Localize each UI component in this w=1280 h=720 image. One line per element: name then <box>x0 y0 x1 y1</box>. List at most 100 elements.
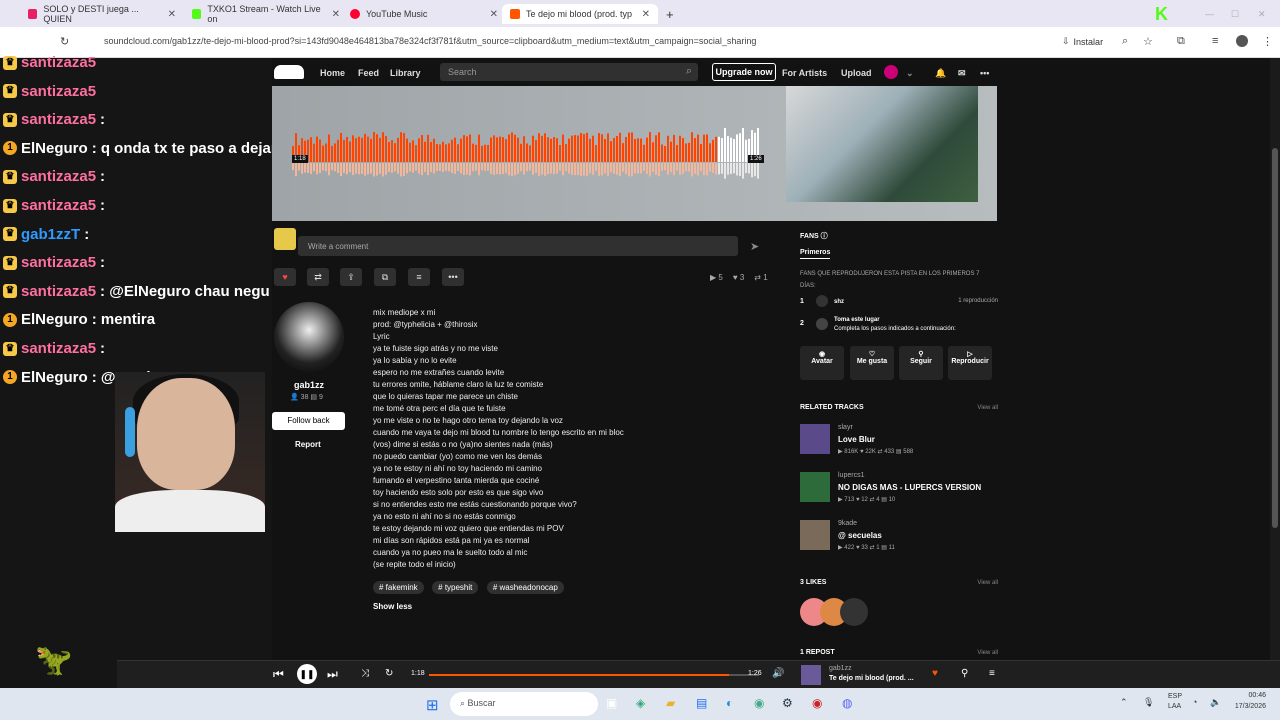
related-track-artwork[interactable] <box>800 424 830 454</box>
related-track-title[interactable]: NO DIGAS MAS - LUPERCS VERSION <box>838 483 981 492</box>
waveform-bar[interactable] <box>310 137 312 162</box>
waveform-reflection-bar[interactable] <box>451 163 453 174</box>
waveform-reflection-bar[interactable] <box>301 163 303 174</box>
waveform-bar[interactable] <box>586 132 588 162</box>
waveform-reflection-bar[interactable] <box>586 163 588 177</box>
waveform-reflection-bar[interactable] <box>313 163 315 172</box>
waveform-reflection-bar[interactable] <box>640 163 642 174</box>
waveform-reflection-bar[interactable] <box>472 163 474 172</box>
waveform-reflection-bar[interactable] <box>580 163 582 177</box>
waveform-bar[interactable] <box>595 145 597 162</box>
waveform-bar[interactable] <box>418 138 420 162</box>
waveform-bar[interactable] <box>709 143 711 162</box>
waveform-reflection-bar[interactable] <box>370 163 372 174</box>
waveform-reflection-bar[interactable] <box>745 163 747 174</box>
waveform-reflection-bar[interactable] <box>547 163 549 175</box>
waveform-reflection-bar[interactable] <box>556 163 558 174</box>
waveform-reflection-bar[interactable] <box>538 163 540 176</box>
waveform-reflection-bar[interactable] <box>487 163 489 171</box>
install-button[interactable]: ⇩ Instalar <box>1062 36 1103 47</box>
avatar-step-button[interactable]: ◉ Avatar <box>800 346 844 380</box>
waveform-bar[interactable] <box>343 139 345 162</box>
waveform-bar[interactable] <box>388 142 390 162</box>
waveform-reflection-bar[interactable] <box>322 163 324 171</box>
waveform-reflection-bar[interactable] <box>676 163 678 171</box>
tray-chevron-icon[interactable]: ⌃ <box>1120 697 1128 708</box>
waveform-bar[interactable] <box>544 133 546 162</box>
new-tab-button[interactable]: + <box>666 4 674 24</box>
waveform-bar[interactable] <box>466 136 468 162</box>
waveform-reflection-bar[interactable] <box>361 163 363 174</box>
player-artwork[interactable] <box>801 665 821 685</box>
repost-view-all[interactable]: View all <box>977 650 998 656</box>
waveform-bar[interactable] <box>532 135 534 162</box>
waveform-reflection-bar[interactable] <box>532 163 534 175</box>
waveform-reflection-bar[interactable] <box>388 163 390 172</box>
waveform-bar[interactable] <box>403 133 405 162</box>
bookmark-star-icon[interactable]: ☆ <box>1143 35 1153 48</box>
waveform-bar[interactable] <box>712 139 714 162</box>
waveform-bar[interactable] <box>406 138 408 162</box>
waveform-bar[interactable] <box>487 144 489 162</box>
app-icon[interactable]: ◈ <box>636 696 645 710</box>
waveform-bar[interactable] <box>670 141 672 162</box>
waveform-reflection-bar[interactable] <box>457 163 459 172</box>
waveform-bar[interactable] <box>412 140 414 162</box>
windows-start-icon[interactable]: ⊞ <box>426 696 439 714</box>
waveform-bar[interactable] <box>367 136 369 162</box>
waveform-reflection-bar[interactable] <box>460 163 462 174</box>
waveform-reflection-bar[interactable] <box>628 163 630 177</box>
waveform-reflection-bar[interactable] <box>442 163 444 173</box>
waveform-reflection-bar[interactable] <box>685 163 687 172</box>
waveform-reflection-bar[interactable] <box>367 163 369 175</box>
waveform-bar[interactable] <box>499 136 501 162</box>
waveform-reflection-bar[interactable] <box>298 163 300 171</box>
waveform-bar[interactable] <box>688 142 690 162</box>
waveform-bar[interactable] <box>655 135 657 162</box>
clock-time[interactable]: 00:46 <box>1230 692 1266 699</box>
waveform-reflection-bar[interactable] <box>664 163 666 171</box>
waveform-bar[interactable] <box>502 137 504 162</box>
waveform-bar[interactable] <box>604 139 606 162</box>
speaker-icon[interactable]: 🔈 <box>1210 697 1221 708</box>
tab-youtube-music[interactable]: YouTube Music ✕ <box>350 4 498 24</box>
waveform-reflection-bar[interactable] <box>364 163 366 176</box>
waveform-bar[interactable] <box>529 145 531 162</box>
tag-chip[interactable]: # typeshit <box>432 581 479 594</box>
waveform-bar[interactable] <box>628 132 630 162</box>
waveform-reflection-bar[interactable] <box>505 163 507 174</box>
waveform-bar[interactable] <box>556 138 558 162</box>
waveform-bar[interactable] <box>385 135 387 162</box>
waveform-bar[interactable] <box>436 144 438 162</box>
waveform-reflection-bar[interactable] <box>721 163 723 174</box>
waveform-bar[interactable] <box>382 132 384 162</box>
waveform-reflection-bar[interactable] <box>559 163 561 171</box>
waveform[interactable] <box>292 128 762 180</box>
waveform-reflection-bar[interactable] <box>706 163 708 176</box>
waveform-bar[interactable] <box>475 144 477 162</box>
waveform-reflection-bar[interactable] <box>304 163 306 173</box>
waveform-reflection-bar[interactable] <box>469 163 471 176</box>
nav-feed[interactable]: Feed <box>358 68 379 78</box>
waveform-bar[interactable] <box>535 139 537 162</box>
waveform-bar[interactable] <box>607 133 609 162</box>
waveform-reflection-bar[interactable] <box>352 163 354 175</box>
waveform-reflection-bar[interactable] <box>397 163 399 174</box>
waveform-reflection-bar[interactable] <box>739 163 741 176</box>
waveform-reflection-bar[interactable] <box>529 163 531 171</box>
waveform-reflection-bar[interactable] <box>691 163 693 177</box>
url-field[interactable]: soundcloud.com/gab1zz/te-dejo-mi-blood-p… <box>104 36 756 46</box>
waveform-bar[interactable] <box>562 134 564 162</box>
waveform-bar[interactable] <box>442 141 444 162</box>
upgrade-button[interactable]: Upgrade now <box>712 63 776 81</box>
shuffle-icon[interactable]: ⤨ <box>361 668 369 679</box>
messages-icon[interactable]: ✉ <box>958 68 966 79</box>
waveform-bar[interactable] <box>574 135 576 162</box>
repost-button[interactable]: ⇄ <box>307 268 329 286</box>
waveform-reflection-bar[interactable] <box>433 163 435 174</box>
waveform-bar[interactable] <box>550 138 552 162</box>
waveform-bar[interactable] <box>430 142 432 162</box>
waveform-bar[interactable] <box>631 132 633 162</box>
waveform-bar[interactable] <box>355 138 357 162</box>
waveform-bar[interactable] <box>682 138 684 162</box>
